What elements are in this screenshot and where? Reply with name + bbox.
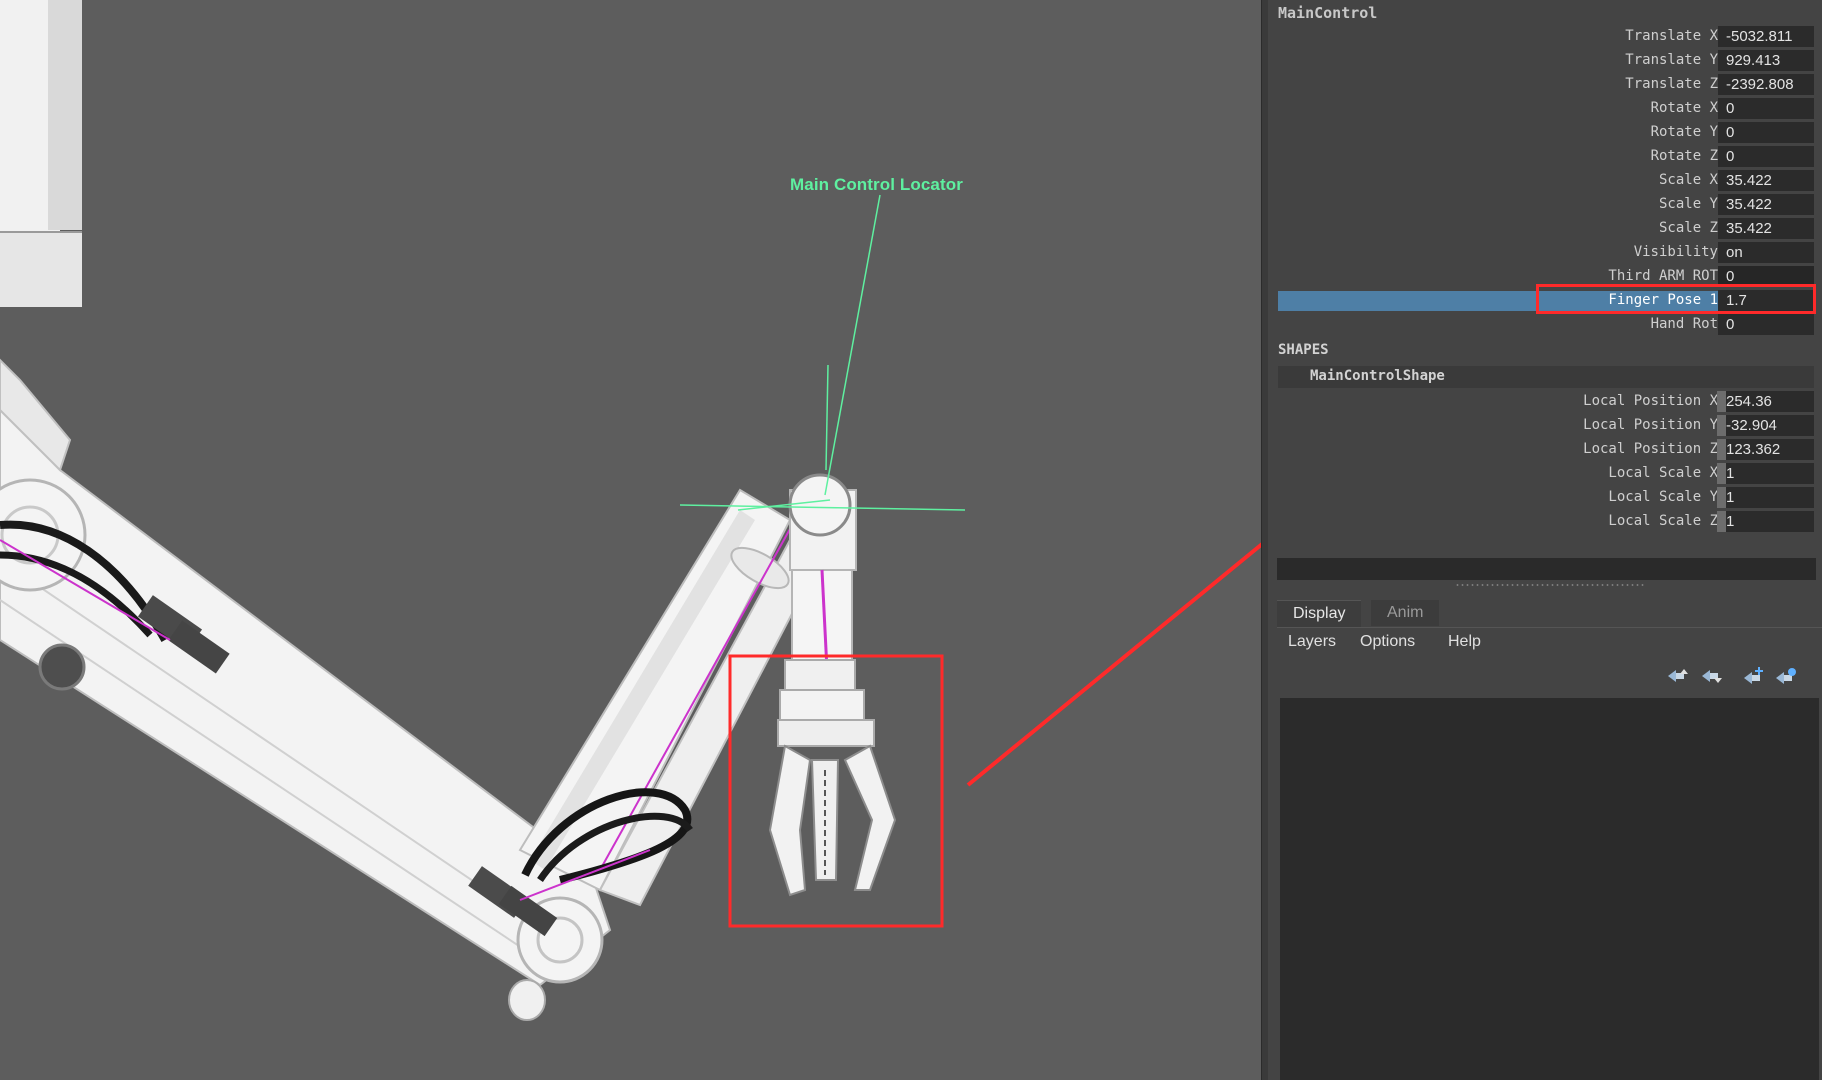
locked-indicator [1717,439,1726,460]
attr-value-field[interactable]: 254.36 [1717,391,1814,412]
panel-splitter-handle[interactable] [1455,583,1645,587]
attr-value-field[interactable]: on [1718,242,1814,263]
shape-name: MainControlShape [1310,368,1445,384]
locked-indicator [1717,391,1726,412]
attr-row-visibility[interactable]: Visibility on [1268,241,1822,265]
wrist-joint [788,473,852,537]
attr-row-local-position-y[interactable]: Local Position Y -32.904 [1268,414,1822,438]
attr-label: Scale Z [1658,220,1718,236]
attr-value-field[interactable]: 0 [1718,122,1814,143]
attr-label: Local Scale X [1608,465,1718,481]
attr-value-field[interactable]: 1 [1717,487,1814,508]
attr-value-field[interactable]: 123.362 [1717,439,1814,460]
attr-row-hand-rot[interactable]: Hand Rot 0 [1268,313,1822,337]
locked-indicator [1717,415,1726,436]
attr-label: Local Position X [1583,393,1718,409]
attr-row-local-position-z[interactable]: Local Position Z 123.362 [1268,438,1822,462]
attr-label: Translate Y [1625,52,1718,68]
attr-label: Rotate Z [1650,148,1718,164]
attr-label: Rotate Y [1650,124,1718,140]
attr-label: Translate Z [1625,76,1718,92]
attr-value-field[interactable]: 0 [1718,98,1814,119]
attr-label: Local Position Y [1583,417,1718,433]
layer-list[interactable] [1280,698,1819,1080]
gripper-finger-left [768,744,812,897]
new-layer-from-selected-icon[interactable] [1774,666,1798,686]
attr-row-translate-y[interactable]: Translate Y 929.413 [1268,49,1822,73]
attr-row-rotate-x[interactable]: Rotate X 0 [1268,97,1822,121]
attr-label: Hand Rot [1650,316,1718,332]
attr-value: 254.36 [1726,393,1772,410]
attr-row-rotate-z[interactable]: Rotate Z 0 [1268,145,1822,169]
tab-anim[interactable]: Anim [1371,600,1440,626]
menu-options[interactable]: Options [1360,633,1415,651]
attr-value: 1 [1726,465,1735,482]
attr-row-rotate-y[interactable]: Rotate Y 0 [1268,121,1822,145]
attr-label: Rotate X [1650,100,1718,116]
attr-row-translate-z[interactable]: Translate Z -2392.808 [1268,73,1822,97]
gripper-finger-right [843,744,897,891]
attr-label: Local Position Z [1583,441,1718,457]
move-layer-up-icon[interactable] [1666,666,1690,686]
menu-layers[interactable]: Layers [1288,633,1336,651]
attr-row-scale-z[interactable]: Scale Z 35.422 [1268,217,1822,241]
annotation-box-finger-pose [1536,284,1816,314]
attr-row-translate-x[interactable]: Translate X -5032.811 [1268,25,1822,49]
attr-label: Translate X [1625,28,1718,44]
annotation-arrow [966,542,1261,787]
attr-value-field[interactable]: -32.904 [1717,415,1814,436]
attr-value-field[interactable]: 929.413 [1718,50,1814,71]
attr-label: Scale Y [1658,196,1718,212]
pivot-bolt [38,643,86,691]
object-name[interactable]: MainControl [1278,4,1377,22]
3d-viewport[interactable]: Main Control Locator [0,0,1261,1080]
attr-row-scale-x[interactable]: Scale X 35.422 [1268,169,1822,193]
locked-indicator [1717,463,1726,484]
main-control-locator [679,194,966,511]
column-base [0,232,82,307]
tab-divider [1277,627,1822,628]
attr-value-field[interactable]: 35.422 [1718,194,1814,215]
channel-box: MainControl Translate X -5032.811 Transl… [1268,0,1822,590]
attr-label: Local Scale Y [1608,489,1718,505]
locked-indicator [1717,487,1726,508]
shape-header[interactable]: MainControlShape [1278,366,1814,388]
attr-value-field[interactable]: 35.422 [1718,170,1814,191]
move-layer-down-icon[interactable] [1700,666,1724,686]
attr-value-field[interactable]: -2392.808 [1718,74,1814,95]
menu-help[interactable]: Help [1448,633,1481,651]
attr-label: Visibility [1633,244,1718,260]
tab-display[interactable]: Display [1277,600,1362,627]
attr-row-local-scale-x[interactable]: Local Scale X 1 [1268,462,1822,486]
channel-box-scrollbar[interactable] [1277,558,1816,580]
attr-value-field[interactable]: 35.422 [1718,218,1814,239]
attr-row-local-position-x[interactable]: Local Position X 254.36 [1268,390,1822,414]
attr-value-field[interactable]: -5032.811 [1718,26,1814,47]
attr-label: Third ARM ROT [1608,268,1718,284]
locator-label: Main Control Locator [790,175,963,194]
attr-value: -32.904 [1726,417,1777,434]
attr-label: Local Scale Z [1608,513,1718,529]
layer-editor: Display Anim Layers Options Help [1268,590,1822,1080]
attr-label: Scale X [1658,172,1718,188]
new-layer-icon[interactable] [1742,666,1766,686]
viewport-scene [0,0,1261,1021]
attr-row-local-scale-z[interactable]: Local Scale Z 1 [1268,510,1822,534]
attr-value-field[interactable]: 1 [1717,511,1814,532]
attr-row-local-scale-y[interactable]: Local Scale Y 1 [1268,486,1822,510]
shapes-section-title: SHAPES [1278,342,1329,358]
attr-value: 1 [1726,489,1735,506]
column-side [48,0,82,230]
locked-indicator [1717,511,1726,532]
attr-value-field[interactable]: 1 [1717,463,1814,484]
attr-value-field[interactable]: 0 [1718,314,1814,335]
attr-value: 1 [1726,513,1735,530]
attr-value-field[interactable]: 0 [1718,146,1814,167]
attr-row-scale-y[interactable]: Scale Y 35.422 [1268,193,1822,217]
attr-value: 123.362 [1726,441,1781,458]
